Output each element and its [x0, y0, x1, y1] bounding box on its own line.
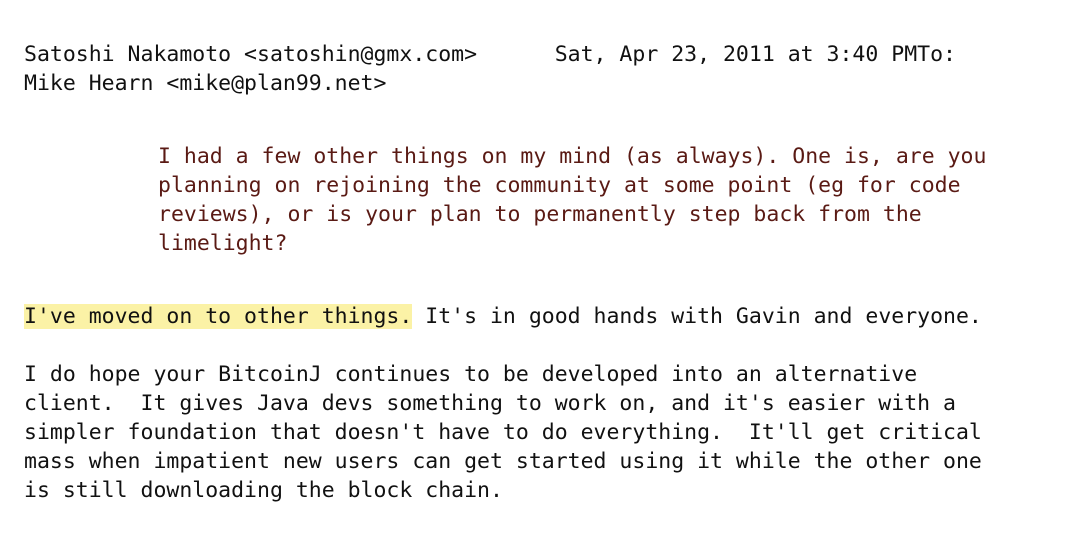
paragraph-line: is still downloading the block chain. — [24, 478, 503, 503]
reply-text: It's in good hands with Gavin and everyo… — [412, 304, 982, 329]
quote-line: I had a few other things on my mind (as … — [158, 144, 987, 169]
reply-line: I've moved on to other things. It's in g… — [24, 302, 982, 331]
highlighted-text: I've moved on to other things. — [24, 304, 413, 329]
paragraph-line: simpler foundation that doesn't have to … — [24, 420, 982, 445]
header-to-line: Mike Hearn <mike@plan99.net> — [24, 71, 387, 96]
paragraph-line: client. It gives Java devs something to … — [24, 391, 956, 416]
quote-line: limelight? — [158, 231, 288, 256]
paragraph-line: I do hope your BitcoinJ continues to be … — [24, 362, 918, 387]
quote-line: reviews), or is your plan to permanently… — [158, 202, 922, 227]
paragraph-line: mass when impatient new users can get st… — [24, 449, 982, 474]
quote-line: planning on rejoining the community at s… — [158, 173, 961, 198]
header-from-date-line: Satoshi Nakamoto <satoshin@gmx.com> Sat,… — [24, 42, 956, 67]
